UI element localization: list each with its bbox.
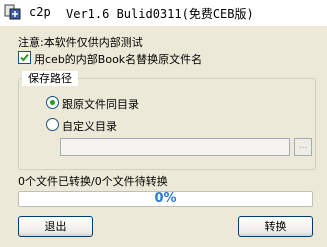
app-name: c2p (29, 5, 51, 19)
progress-bar: 0% (18, 191, 313, 207)
exit-button[interactable]: 退出 (18, 216, 93, 237)
radio-same-directory-label: 跟原文件同目录 (62, 98, 139, 111)
radio-custom-directory-label: 自定义目录 (62, 120, 117, 133)
conversion-status: 0个文件已转换/0个文件待转换 (18, 175, 168, 188)
radio-same-directory-button[interactable] (46, 96, 59, 109)
browse-button[interactable]: ... (294, 138, 312, 156)
custom-path-field[interactable] (60, 138, 290, 156)
c2p-app-icon (4, 4, 21, 20)
title-bar: c2p Ver1.6 Bulid0311(免费CEB版) (0, 0, 327, 26)
progress-percent: 0% (154, 191, 177, 206)
version-text: Ver1.6 Bulid0311(免费CEB版) (66, 7, 254, 21)
checkmark-icon (20, 53, 29, 62)
radio-custom-directory-button[interactable] (46, 118, 59, 131)
notice-text: 注意:本软件仅供内部测试 (18, 36, 143, 49)
save-path-group-title: 保存路径 (22, 71, 78, 86)
replace-name-checkbox[interactable] (18, 51, 31, 64)
convert-button[interactable]: 转换 (238, 216, 313, 237)
replace-name-label: 用ceb的内部Book名替换原文件名 (34, 53, 203, 66)
